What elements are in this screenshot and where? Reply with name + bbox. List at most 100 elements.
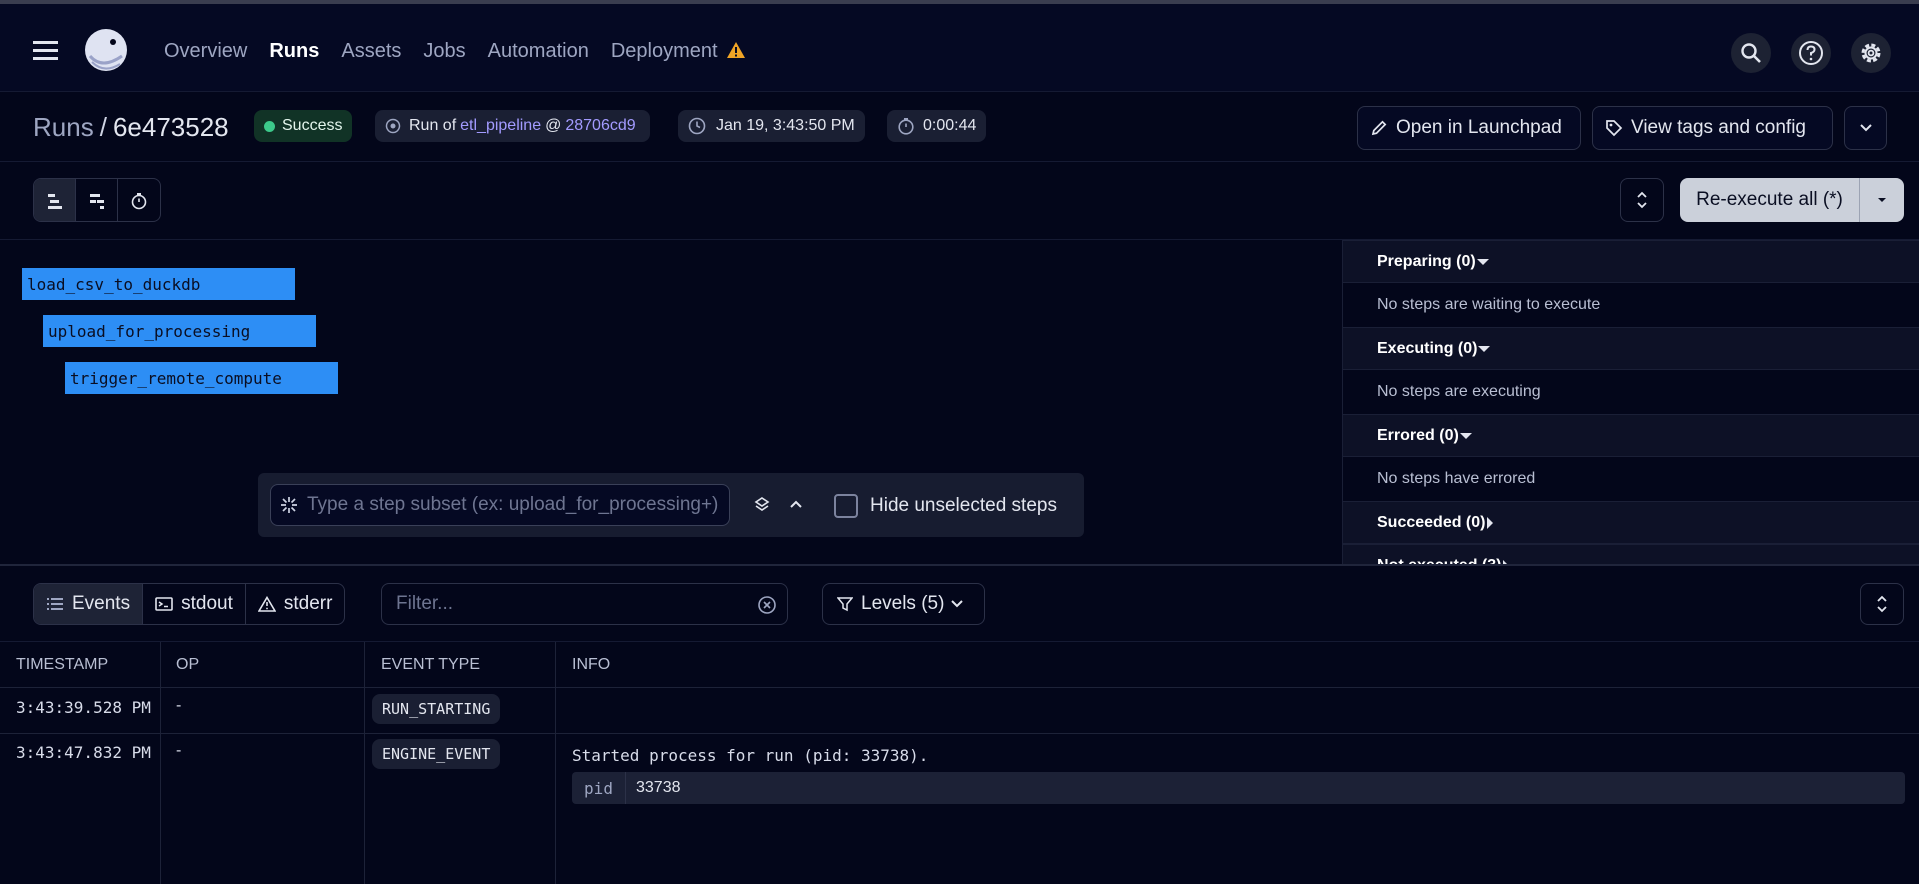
nav-jobs[interactable]: Jobs	[423, 40, 465, 63]
clock-icon	[688, 117, 706, 135]
main-nav: Overview Runs Assets Jobs Automation Dep…	[164, 40, 746, 63]
layers-icon[interactable]	[753, 496, 771, 514]
toggle-log-size-button[interactable]	[1860, 583, 1904, 625]
reexecute-all-button[interactable]: Re-execute all (*)	[1680, 178, 1904, 222]
section-empty-text: No steps have errored	[1377, 470, 1536, 487]
column-header-event-type: EVENT TYPE	[381, 656, 480, 673]
levels-label: Levels (5)	[861, 593, 945, 614]
pencil-icon	[1370, 119, 1396, 137]
terminal-icon	[155, 596, 181, 612]
hide-unselected-checkbox[interactable]	[834, 494, 858, 518]
gantt-bar[interactable]: trigger_remote_compute	[65, 362, 338, 394]
log-filter-input[interactable]: Filter...	[381, 583, 788, 625]
chevron-up-icon[interactable]	[789, 498, 803, 510]
status-badge: Success	[254, 110, 353, 142]
filter-placeholder: Filter...	[396, 593, 454, 614]
row-divider	[0, 687, 1919, 688]
column-divider[interactable]	[364, 642, 365, 884]
metadata-value: 33738	[636, 779, 681, 796]
event-log-table: TIMESTAMP OP EVENT TYPE INFO 3:43:39.528…	[0, 642, 1919, 884]
log-type-tabs: Events stdout stderr	[33, 583, 346, 625]
nav-assets[interactable]: Assets	[341, 40, 401, 63]
run-of-label: Run of	[409, 117, 457, 134]
step-subset-bar: Type a step subset (ex: upload_for_proce…	[258, 473, 1084, 537]
row-timestamp: 3:43:39.528 PM	[16, 698, 151, 717]
tab-stderr[interactable]: stderr	[246, 584, 345, 624]
top-nav: Overview Runs Assets Jobs Automation Dep…	[0, 0, 1919, 92]
list-icon	[46, 596, 72, 612]
run-id: 6e473528	[112, 112, 229, 142]
caret-down-icon	[1477, 344, 1491, 354]
section-title: Preparing (0)	[1377, 252, 1476, 270]
duration: 0:00:44	[923, 117, 977, 134]
menu-icon[interactable]	[32, 38, 60, 62]
gantt-icon	[46, 192, 64, 210]
chevron-down-icon	[944, 599, 970, 609]
tab-stdout[interactable]: stdout	[143, 584, 246, 624]
section-not-executed-header[interactable]: Not executed (3)	[1343, 544, 1919, 565]
help-icon[interactable]	[1791, 33, 1831, 73]
event-type-tag: RUN_STARTING	[372, 694, 501, 724]
caret-down-icon	[1876, 196, 1888, 204]
nav-deployment[interactable]: Deployment	[611, 40, 746, 63]
step-subset-input[interactable]: Type a step subset (ex: upload_for_proce…	[270, 484, 730, 526]
column-header-op: OP	[176, 656, 200, 673]
caret-down-icon	[1476, 257, 1490, 267]
event-info-message: Started process for run (pid: 33738).	[572, 746, 929, 765]
tab-stdout-label: stdout	[181, 593, 233, 614]
section-succeeded-header[interactable]: Succeeded (0)	[1343, 501, 1919, 544]
caret-right-icon	[1485, 516, 1495, 530]
section-executing-header[interactable]: Executing (0)	[1343, 327, 1919, 370]
view-mode-toggle	[33, 178, 161, 222]
timing-view-button[interactable]	[118, 179, 160, 221]
column-header-timestamp: TIMESTAMP	[16, 656, 109, 673]
nav-overview[interactable]: Overview	[164, 40, 247, 63]
nav-runs[interactable]: Runs	[269, 40, 319, 63]
view-tags-config-label: View tags and config	[1631, 117, 1806, 138]
job-link[interactable]: etl_pipeline	[460, 117, 541, 135]
column-divider[interactable]	[555, 642, 556, 884]
open-in-launchpad-button[interactable]: Open in Launchpad	[1357, 106, 1581, 150]
column-divider[interactable]	[160, 642, 161, 884]
warning-icon	[726, 41, 746, 59]
gantt-bar[interactable]: upload_for_processing	[43, 315, 316, 347]
more-actions-button[interactable]	[1844, 106, 1887, 150]
levels-dropdown[interactable]: Levels (5)	[822, 583, 986, 625]
section-empty-text: No steps are waiting to execute	[1377, 296, 1601, 313]
duration-tag: 0:00:44	[887, 110, 987, 142]
unfold-icon	[1875, 595, 1889, 613]
section-empty-text: No steps are executing	[1377, 383, 1541, 400]
run-toolbar: Re-execute all (*)	[0, 162, 1919, 240]
run-of-tag: Run of etl_pipeline @ 28706cd9	[375, 110, 650, 142]
reexecute-menu-button[interactable]	[1860, 178, 1904, 222]
settings-gear-icon[interactable]	[1851, 33, 1891, 73]
breadcrumb-runs-link[interactable]: Runs	[33, 112, 94, 142]
section-errored-header[interactable]: Errored (0)	[1343, 414, 1919, 457]
tab-events[interactable]: Events	[34, 584, 144, 624]
row-op: -	[176, 742, 182, 759]
filter-funnel-icon	[837, 596, 861, 612]
snapshot-link[interactable]: 28706cd9	[565, 117, 635, 135]
search-icon[interactable]	[1731, 33, 1771, 73]
dagster-logo-icon[interactable]	[80, 26, 132, 78]
metadata-key: pid	[572, 772, 626, 804]
gantt-view-button[interactable]	[34, 179, 76, 221]
step-subset-placeholder: Type a step subset (ex: upload_for_proce…	[307, 494, 719, 515]
start-time: Jan 19, 3:43:50 PM	[716, 117, 855, 134]
chevron-down-icon	[1859, 123, 1873, 133]
view-tags-config-button[interactable]: View tags and config	[1592, 106, 1833, 150]
tag-icon	[1605, 119, 1631, 137]
gantt-bar[interactable]: load_csv_to_duckdb	[22, 268, 295, 300]
clear-circle-icon[interactable]	[757, 595, 777, 615]
open-in-launchpad-label: Open in Launchpad	[1396, 117, 1562, 138]
steps-status-panel: Preparing (0) No steps are waiting to ex…	[1342, 240, 1919, 565]
waterfall-view-button[interactable]	[76, 179, 118, 221]
warning-triangle-icon	[257, 596, 284, 612]
reexecute-all-label[interactable]: Re-execute all (*)	[1680, 178, 1860, 222]
event-metadata-table: pid 33738	[572, 772, 1905, 804]
expand-collapse-button[interactable]	[1620, 178, 1664, 222]
section-preparing-header[interactable]: Preparing (0)	[1343, 240, 1919, 283]
hide-unselected-label[interactable]: Hide unselected steps	[870, 495, 1057, 517]
nav-automation[interactable]: Automation	[488, 40, 589, 63]
breadcrumb: Runs/6e473528	[33, 112, 229, 143]
